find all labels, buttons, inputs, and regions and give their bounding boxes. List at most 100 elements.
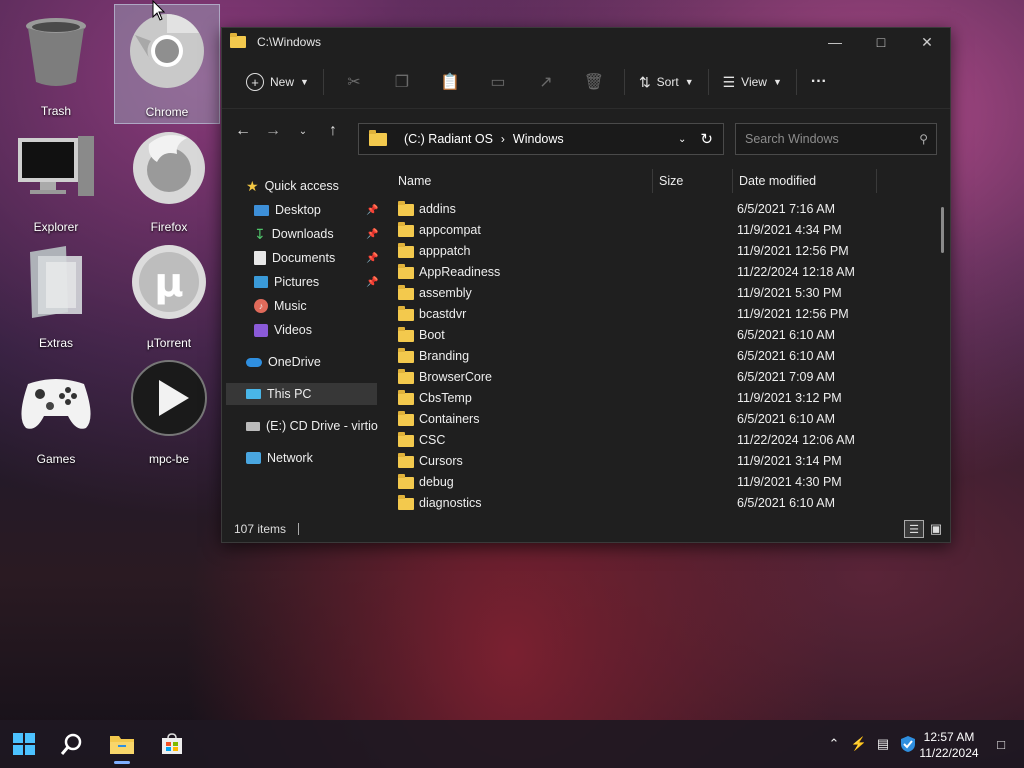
file-row[interactable]: appcompat 11/9/2021 4:34 PM [394, 219, 934, 240]
notifications-icon[interactable]: □ [990, 732, 1012, 756]
more-options-button[interactable]: ··· [803, 67, 835, 97]
close-button[interactable]: ✕ [904, 28, 950, 56]
file-row[interactable]: CSC 11/22/2024 12:06 AM [394, 429, 934, 450]
desktop-icon-trash[interactable]: Trash [8, 4, 104, 118]
file-row[interactable]: assembly 11/9/2021 5:30 PM [394, 282, 934, 303]
forward-arrow-icon[interactable]: → [258, 116, 288, 146]
sidebar-item-documents[interactable]: Documents 📌 [254, 247, 379, 269]
file-row[interactable]: bcastdvr 11/9/2021 12:56 PM [394, 303, 934, 324]
folder-icon [369, 129, 392, 146]
desktop-icon-label: µTorrent [146, 336, 192, 350]
up-arrow-icon[interactable]: ↑ [318, 116, 348, 146]
breadcrumb-windows[interactable]: Windows [513, 132, 564, 146]
back-arrow-icon[interactable]: ← [228, 116, 258, 146]
file-explorer-window[interactable]: C:\Windows — □ ✕ + New ▼ ✂ ❐ 📋 ▭ ↗ 🗑 ⇅ S… [221, 27, 951, 543]
address-bar[interactable]: (C:) Radiant OS › Windows ⌄ ↻ [358, 123, 724, 155]
sidebar-item-onedrive[interactable]: OneDrive [246, 351, 321, 373]
file-list: ⌃ Name Size Date modified addins 6/5/2021… [382, 169, 948, 514]
search-box[interactable]: Search Windows ⚲ [735, 123, 937, 155]
folder-icon [398, 431, 419, 447]
file-name: debug [419, 474, 454, 489]
chevron-down-icon[interactable]: ⌄ [678, 134, 686, 145]
file-row[interactable]: debug 11/9/2021 4:30 PM [394, 471, 934, 492]
file-row[interactable]: Branding 6/5/2021 6:10 AM [394, 345, 934, 366]
refresh-icon[interactable]: ↻ [700, 130, 713, 148]
file-row[interactable]: Containers 6/5/2021 6:10 AM [394, 408, 934, 429]
command-bar: + New ▼ ✂ ❐ 📋 ▭ ↗ 🗑 ⇅ Sort ▼ ☰ View ▼ ··… [222, 56, 950, 109]
minimize-button[interactable]: — [812, 28, 858, 56]
videos-icon [254, 323, 268, 337]
search-button[interactable] [52, 724, 92, 764]
folder-icon [398, 263, 419, 279]
maximize-button[interactable]: □ [858, 28, 904, 56]
scrollbar[interactable] [941, 207, 944, 253]
cd-drive-icon [246, 421, 260, 431]
desktop-icon-firefox[interactable]: Firefox [121, 120, 217, 234]
desktop-icon-explorer[interactable]: Explorer [8, 120, 104, 234]
sidebar-item-label: Downloads [271, 227, 334, 241]
file-row[interactable]: Boot 6/5/2021 6:10 AM [394, 324, 934, 345]
folder-icon [398, 200, 419, 216]
sidebar-item-label: OneDrive [268, 355, 321, 369]
share-icon[interactable]: ↗ [522, 67, 570, 97]
file-explorer-taskbar-button[interactable] [102, 724, 142, 764]
start-button[interactable] [4, 724, 44, 764]
sidebar-item-quick-access[interactable]: ★ Quick access [246, 175, 339, 197]
file-row[interactable]: diagnostics 6/5/2021 6:10 AM [394, 492, 934, 513]
network-icon[interactable]: ▤ [873, 732, 893, 756]
sidebar-item-this-pc[interactable]: This PC [226, 383, 377, 405]
sidebar-item-downloads[interactable]: ↧ Downloads 📌 [254, 223, 379, 245]
monitor-icon [246, 389, 261, 399]
details-view-icon[interactable]: ☰ [904, 520, 924, 538]
sidebar-item-label: Desktop [275, 203, 321, 217]
microsoft-store-button[interactable] [152, 724, 192, 764]
desktop-icon-mpc-be[interactable]: mpc-be [121, 352, 217, 466]
column-divider[interactable] [732, 169, 733, 193]
desktop-icon-extras[interactable]: Extras [8, 236, 104, 350]
folder-icon [398, 494, 419, 510]
search-input[interactable]: Search Windows [745, 132, 839, 146]
usb-eject-icon[interactable]: ⚡ [850, 732, 868, 756]
file-row[interactable]: apppatch 11/9/2021 12:56 PM [394, 240, 934, 261]
sidebar-item-label: This PC [267, 387, 312, 401]
sidebar-item-music[interactable]: ♪ Music [254, 295, 307, 317]
file-date-modified: 11/9/2021 4:30 PM [737, 474, 842, 489]
folder-icon [398, 284, 419, 300]
sort-button[interactable]: ⇅ Sort ▼ [631, 68, 702, 97]
column-header-name[interactable]: Name [398, 169, 648, 193]
recent-locations-chevron-icon[interactable]: ⌄ [288, 116, 318, 146]
star-icon: ★ [246, 177, 259, 194]
sidebar-item-videos[interactable]: Videos [254, 319, 312, 341]
new-button[interactable]: + New ▼ [238, 67, 317, 97]
view-button[interactable]: ☰ View ▼ [715, 68, 790, 97]
paste-icon[interactable]: 📋 [426, 67, 474, 97]
breadcrumb-separator: › [500, 132, 505, 146]
file-row[interactable]: addins 6/5/2021 7:16 AM [394, 198, 934, 219]
desktop-icon-utorrent[interactable]: µ µTorrent [121, 236, 217, 350]
sidebar-item-cd-drive[interactable]: (E:) CD Drive - virtio [246, 415, 378, 437]
file-row[interactable]: Cursors 11/9/2021 3:14 PM [394, 450, 934, 471]
delete-icon[interactable]: 🗑 [570, 67, 618, 97]
desktop-icon-chrome[interactable]: Chrome [114, 4, 220, 124]
desktop-icon-games[interactable]: Games [8, 352, 104, 466]
file-row[interactable]: AppReadiness 11/22/2024 12:18 AM [394, 261, 934, 282]
show-hidden-icons-chevron-icon[interactable]: ⌃ [826, 732, 842, 756]
cut-icon[interactable]: ✂ [330, 67, 378, 97]
copy-icon[interactable]: ❐ [378, 67, 426, 97]
column-header-size[interactable]: Size [659, 169, 729, 193]
sidebar-item-desktop[interactable]: Desktop 📌 [254, 199, 379, 221]
column-header-date-modified[interactable]: Date modified [739, 169, 869, 193]
breadcrumb-drive[interactable]: (C:) Radiant OS [404, 132, 493, 146]
rename-icon[interactable]: ▭ [474, 67, 522, 97]
large-icons-view-icon[interactable]: ▣ [928, 521, 944, 536]
column-divider[interactable] [876, 169, 877, 193]
file-row[interactable]: CbsTemp 11/9/2021 3:12 PM [394, 387, 934, 408]
pin-icon: 📌 [366, 204, 379, 216]
column-divider[interactable] [652, 169, 653, 193]
file-row[interactable]: BrowserCore 6/5/2021 7:09 AM [394, 366, 934, 387]
sidebar-item-network[interactable]: Network [246, 447, 313, 469]
sidebar-item-pictures[interactable]: Pictures 📌 [254, 271, 379, 293]
clock[interactable]: 12:57 AM 11/22/2024 [912, 729, 986, 761]
status-divider [298, 523, 300, 535]
title-bar[interactable]: C:\Windows — □ ✕ [222, 28, 950, 56]
